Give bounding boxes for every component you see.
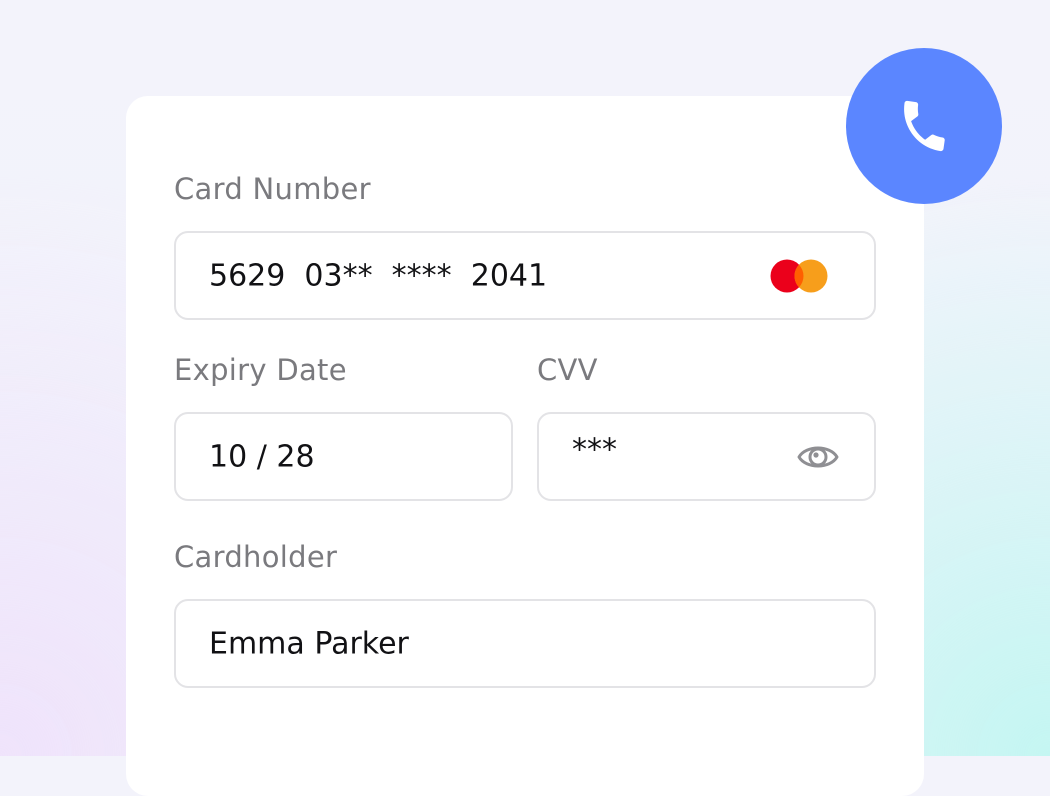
card-number-label: Card Number [174, 172, 371, 206]
call-button[interactable] [846, 48, 1002, 204]
card-number-field[interactable]: 5629 03** **** 2041 [174, 231, 876, 320]
expiry-date-label: Expiry Date [174, 353, 347, 387]
card-number-value: 5629 03** **** 2041 [209, 258, 548, 293]
expiry-date-field[interactable]: 10 / 28 [174, 412, 513, 501]
cvv-field[interactable]: *** [537, 412, 876, 501]
eye-icon[interactable] [796, 440, 840, 474]
payment-card-form: Card Number 5629 03** **** 2041 Expiry D… [126, 96, 924, 796]
mastercard-icon [770, 259, 828, 292]
cardholder-value: Emma Parker [209, 626, 409, 661]
cardholder-field[interactable]: Emma Parker [174, 599, 876, 688]
cvv-label: CVV [537, 353, 598, 387]
cardholder-label: Cardholder [174, 540, 338, 574]
cvv-value: *** [572, 432, 617, 468]
expiry-date-value: 10 / 28 [209, 439, 315, 474]
phone-icon [904, 100, 945, 152]
